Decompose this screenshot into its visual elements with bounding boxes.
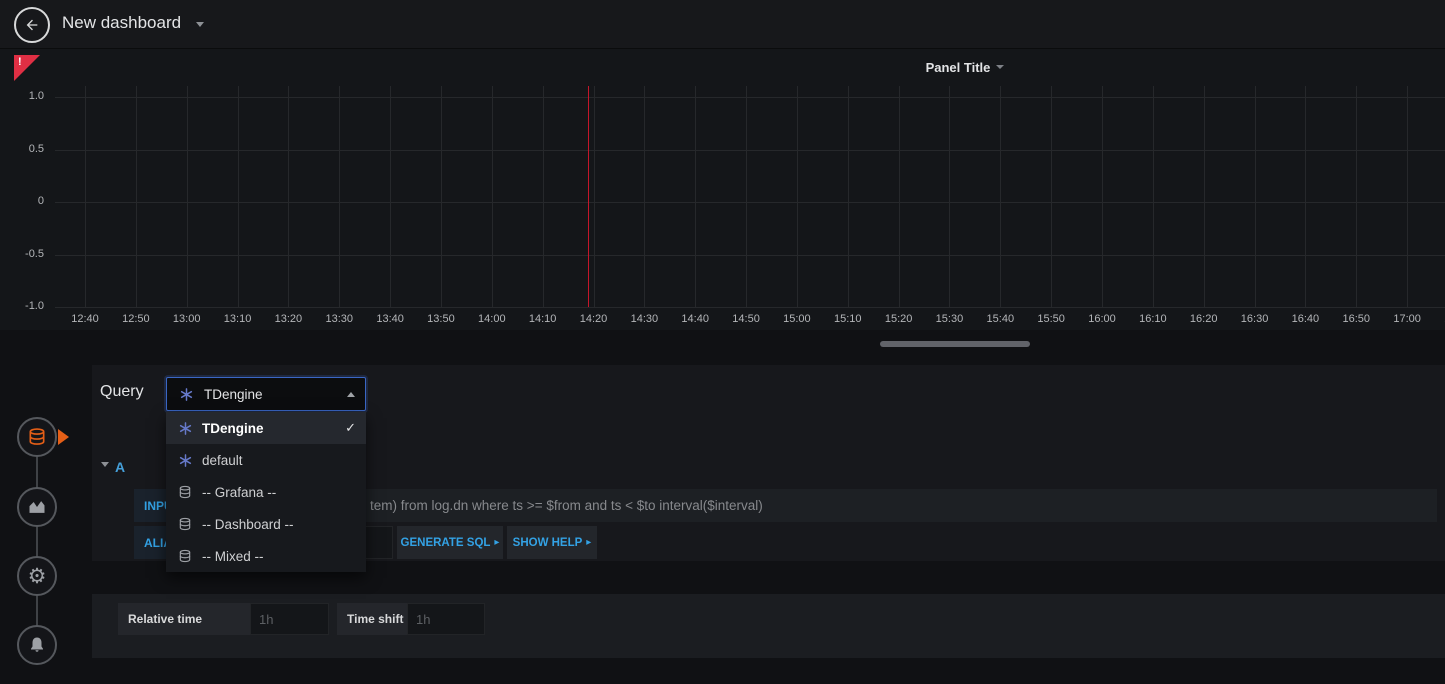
datasource-option[interactable]: -- Grafana -- [166, 476, 366, 508]
sidebar-connector-line [36, 437, 38, 645]
sidebar-tab-visualization[interactable] [17, 487, 57, 527]
chevron-down-icon [996, 65, 1004, 69]
sidebar-tab-alert[interactable] [17, 625, 57, 665]
panel-title: Panel Title [926, 60, 991, 75]
chart-panel [0, 48, 1445, 330]
collapse-caret-icon[interactable] [101, 462, 109, 467]
datasource-option[interactable]: TDengine ✓ [166, 412, 366, 444]
datasource-picker-value: TDengine [204, 387, 263, 402]
datasource-picker[interactable]: TDengine [166, 377, 366, 411]
caret-right-icon: ▸ [494, 537, 499, 548]
error-indicator: ! [18, 56, 22, 68]
plugin-icon [177, 387, 195, 402]
show-help-button[interactable]: SHOW HELP▸ [507, 526, 597, 559]
caret-right-icon: ▸ [586, 537, 591, 548]
datasource-dropdown-menu: TDengine ✓ default -- Grafana -- -- Dashboar… [166, 412, 366, 572]
horizontal-scrollbar[interactable] [880, 341, 1030, 347]
datasource-option-label: -- Mixed -- [202, 549, 264, 564]
plugin-icon [176, 421, 194, 436]
active-tab-arrow [58, 429, 69, 445]
datasource-option-label: TDengine [202, 421, 264, 436]
relative-time-input[interactable] [250, 603, 329, 635]
chevron-down-icon[interactable] [196, 22, 204, 27]
show-help-label: SHOW HELP [513, 537, 583, 549]
time-shift-input[interactable] [407, 603, 485, 635]
datasource-option-label: -- Grafana -- [202, 485, 276, 500]
datasource-option-label: -- Dashboard -- [202, 517, 294, 532]
dashboard-title[interactable]: New dashboard [62, 13, 181, 33]
arrow-left-icon [24, 17, 40, 33]
datasource-option-label: default [202, 453, 243, 468]
database-icon [176, 517, 194, 531]
graph-icon [27, 497, 47, 517]
query-section-label: Query [100, 383, 144, 401]
datasource-option[interactable]: default [166, 444, 366, 476]
query-ref-id[interactable]: A [115, 459, 125, 475]
panel-header[interactable]: Panel Title [880, 57, 1050, 77]
check-icon: ✓ [345, 420, 356, 436]
relative-time-label: Relative time [118, 603, 250, 635]
gear-icon: ⚙ [28, 566, 47, 587]
database-icon [176, 485, 194, 499]
sql-input-text: tem) from log.dn where ts >= $from and t… [370, 489, 763, 522]
chevron-up-icon [347, 392, 355, 397]
grafana-panel-edit-screen: 1.00.50-0.5-1.012:4012:5013:0013:1013:20… [0, 0, 1445, 684]
datasource-option[interactable]: -- Dashboard -- [166, 508, 366, 540]
generate-sql-button[interactable]: GENERATE SQL▸ [397, 526, 503, 559]
bell-icon [28, 635, 46, 655]
sidebar-tab-general[interactable]: ⚙ [17, 556, 57, 596]
database-icon [27, 427, 47, 447]
topbar: New dashboard [0, 0, 1445, 49]
panel-error-corner[interactable]: ! [14, 55, 40, 81]
plugin-icon [176, 453, 194, 468]
datasource-option[interactable]: -- Mixed -- [166, 540, 366, 572]
back-button[interactable] [14, 7, 50, 43]
time-shift-label: Time shift [337, 603, 407, 635]
generate-sql-label: GENERATE SQL [401, 537, 491, 549]
sidebar-tab-queries[interactable] [17, 417, 57, 457]
database-icon [176, 549, 194, 563]
